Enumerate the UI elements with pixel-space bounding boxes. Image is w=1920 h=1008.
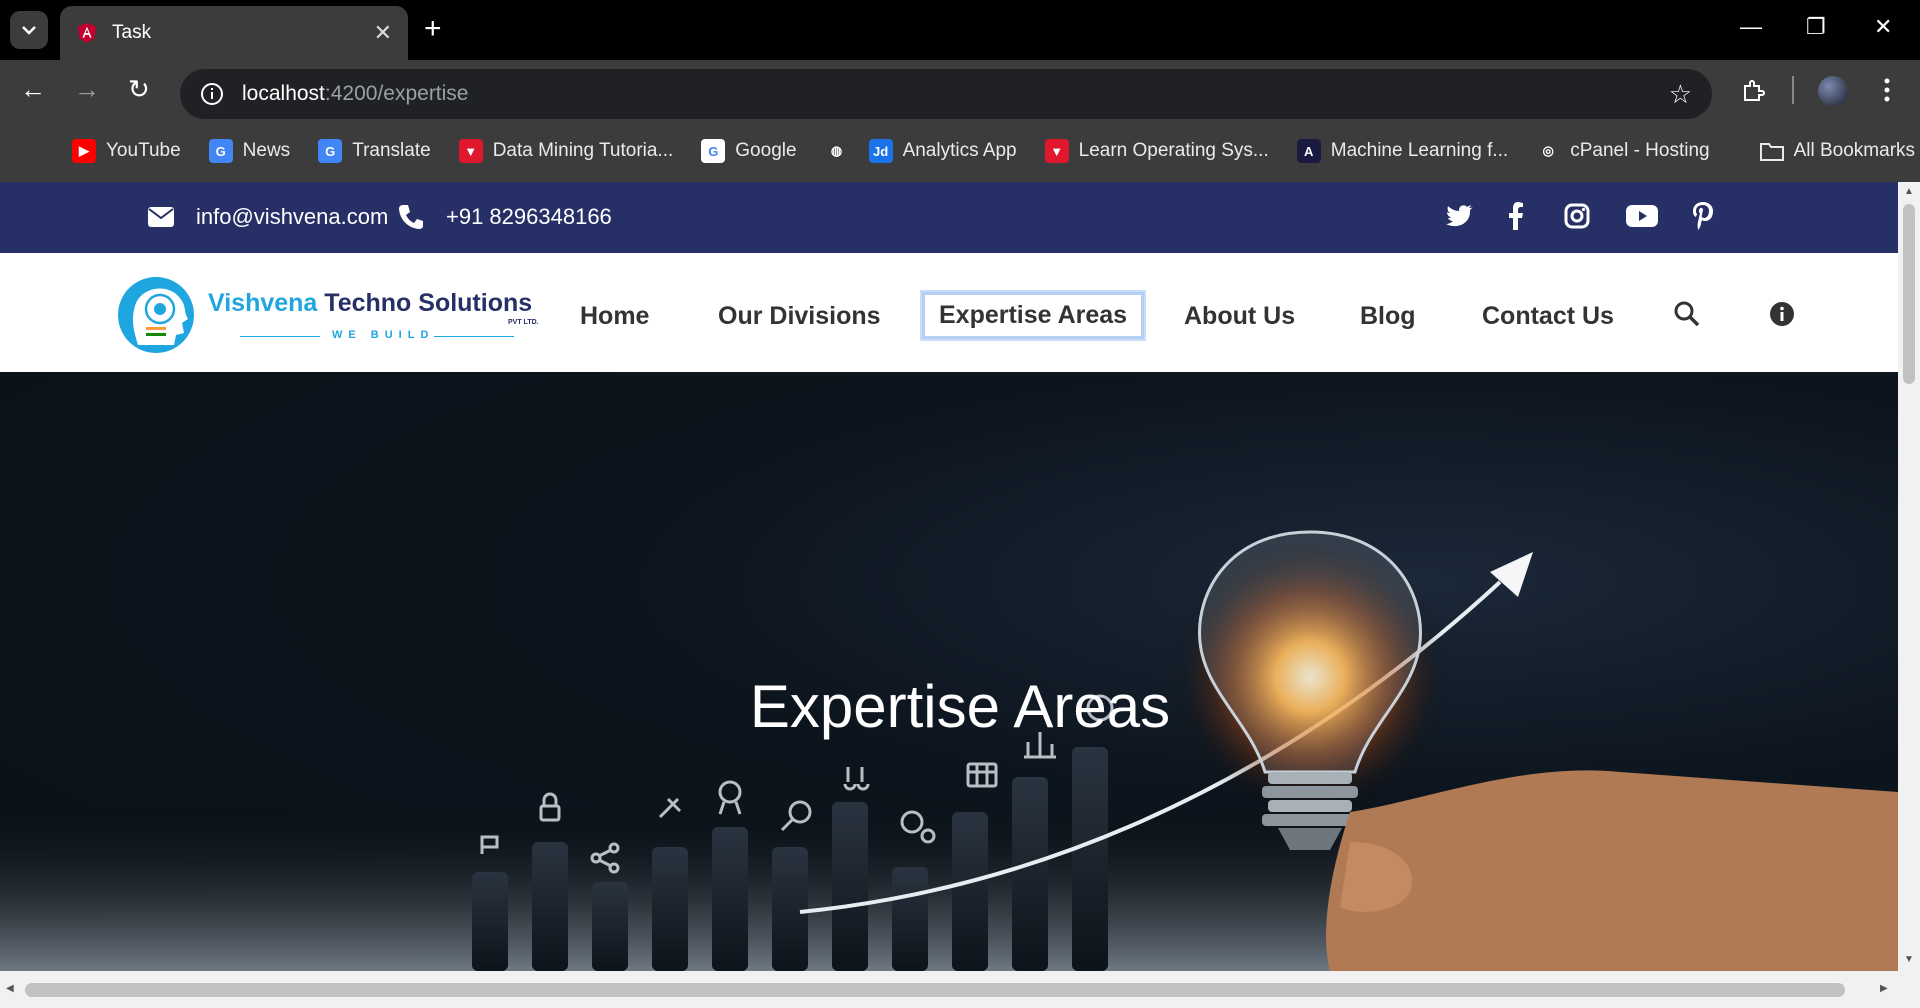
scroll-right-icon[interactable]: ▶ (1880, 983, 1888, 994)
facebook-icon[interactable] (1508, 202, 1524, 230)
nav-about-us[interactable]: About Us (1170, 296, 1309, 337)
cpanel-icon: ◎ (1536, 139, 1561, 163)
hero-title: Expertise Areas (749, 673, 1171, 741)
all-bookmarks-label: All Bookmarks (1793, 140, 1916, 161)
email-text: info@vishvena.com (196, 204, 389, 229)
bookmark-item[interactable]: ◎ cPanel - Hosting (1536, 139, 1710, 163)
phone-contact[interactable]: +91 8296348166 (398, 204, 612, 230)
bookmark-item[interactable]: Jd Analytics App (868, 139, 1017, 163)
bookmark-label: YouTube (106, 140, 181, 161)
tutorial-icon: ▼ (458, 139, 483, 163)
nav-blog[interactable]: Blog (1346, 296, 1430, 337)
bookmark-label: News (242, 140, 291, 161)
bookmark-item[interactable]: ◍ (824, 139, 849, 163)
email-contact[interactable]: info@vishvena.com (148, 204, 388, 230)
scroll-down-icon[interactable]: ▼ (1904, 954, 1914, 965)
browser-tab[interactable]: Task ✕ (60, 6, 408, 60)
youtube-icon: ▶ (72, 139, 96, 163)
bookmark-item[interactable]: A Machine Learning f... (1296, 139, 1509, 163)
bookmark-label: Machine Learning f... (1330, 140, 1509, 161)
toolbar-divider (1792, 76, 1794, 104)
address-bar[interactable]: localhost:4200/expertise ☆ (180, 69, 1712, 119)
contact-topbar: info@vishvena.com +91 8296348166 (0, 182, 1898, 253)
nav-our-divisions[interactable]: Our Divisions (704, 296, 895, 337)
web-page: info@vishvena.com +91 8296348166 Vishven… (0, 182, 1898, 971)
logo-suffix: PVT LTD. (508, 319, 539, 326)
ml-icon: A (1296, 139, 1321, 163)
close-tab-icon[interactable]: ✕ (374, 20, 392, 46)
folder-icon (1759, 143, 1784, 161)
bookmark-item[interactable]: ▼ Learn Operating Sys... (1044, 139, 1269, 163)
logo-brand-2: Techno Solutions (324, 289, 533, 317)
bookmark-label: Learn Operating Sys... (1078, 140, 1269, 161)
brain-logo-icon (118, 277, 194, 353)
bookmark-label: Analytics App (902, 140, 1017, 161)
minimize-button[interactable]: — (1740, 14, 1762, 40)
bookmark-item[interactable]: G News (208, 139, 291, 163)
bookmark-item[interactable]: ▶ YouTube (72, 139, 181, 163)
pinterest-icon[interactable] (1692, 202, 1714, 230)
new-tab-button[interactable]: + (424, 14, 442, 44)
profile-avatar[interactable] (1818, 76, 1848, 106)
back-button[interactable]: ← (20, 74, 46, 104)
vertical-scrollbar[interactable]: ▲ ▼ (1898, 182, 1920, 971)
all-bookmarks-button[interactable]: All Bookmarks (1759, 140, 1916, 162)
bookmark-item[interactable]: G Google (701, 139, 797, 163)
info-icon[interactable] (1770, 302, 1794, 326)
extensions-icon[interactable] (1740, 78, 1766, 104)
translate-icon: G (318, 139, 343, 163)
logo-tagline: WE BUILD (332, 329, 435, 341)
company-logo[interactable]: Vishvena Techno Solutions PVT LTD. WE BU… (116, 273, 556, 357)
restore-button[interactable]: ❐ (1806, 14, 1826, 40)
phone-icon (399, 205, 423, 229)
bookmark-label: Google (735, 140, 797, 161)
bookmarks-bar: ▶ YouTube G News G Translate ▼ Data Mining Tuto… (0, 120, 1920, 182)
nav-contact-us[interactable]: Contact Us (1468, 296, 1628, 337)
horizontal-scroll-thumb[interactable] (25, 983, 1845, 997)
bookmark-label: cPanel - Hosting (1570, 140, 1710, 161)
bookmark-item[interactable]: ▼ Data Mining Tutoria... (458, 139, 674, 163)
instagram-icon[interactable] (1564, 203, 1590, 229)
url-path: :4200/expertise (324, 82, 469, 105)
site-info-icon[interactable] (200, 82, 224, 106)
logo-wordmark: Vishvena Techno Solutions (208, 289, 532, 318)
bookmark-list: ▶ YouTube G News G Translate ▼ Data Mining Tuto… (72, 139, 1738, 163)
news-icon: G (208, 139, 233, 163)
bookmark-star-icon[interactable]: ☆ (1669, 79, 1692, 110)
tab-search-button[interactable] (10, 11, 48, 49)
tab-title: Task (112, 22, 152, 43)
nav-home[interactable]: Home (566, 296, 663, 337)
search-icon[interactable] (1674, 301, 1700, 327)
reload-button[interactable]: ↻ (128, 74, 150, 104)
tutorial-icon: ▼ (1044, 139, 1069, 163)
logo-rule-left (240, 336, 320, 337)
close-window-button[interactable]: ✕ (1874, 14, 1892, 40)
bookmark-label: Translate (352, 140, 431, 161)
globe-icon: ◍ (824, 139, 849, 163)
vertical-scroll-thumb[interactable] (1903, 204, 1915, 384)
bookmark-item[interactable]: G Translate (318, 139, 431, 163)
browser-toolbar: ← → ↻ localhost:4200/expertise ☆ (0, 60, 1920, 120)
google-icon: G (701, 139, 726, 163)
hero-banner: Expertise Areas (0, 372, 1898, 971)
analytics-icon: Jd (868, 139, 893, 163)
twitter-icon[interactable] (1446, 204, 1474, 228)
envelope-icon (148, 207, 174, 227)
scroll-left-icon[interactable]: ◀ (6, 983, 14, 994)
forward-button[interactable]: → (74, 74, 100, 104)
angular-icon (77, 22, 97, 44)
logo-rule-right (434, 336, 514, 337)
scroll-up-icon[interactable]: ▲ (1904, 186, 1914, 197)
nav-expertise-areas[interactable]: Expertise Areas (919, 290, 1147, 341)
horizontal-scrollbar[interactable]: ◀ ▶ (0, 971, 1920, 1008)
logo-brand: Vishvena (208, 289, 318, 317)
youtube-social-icon[interactable] (1626, 205, 1658, 227)
bookmark-label: Data Mining Tutoria... (492, 140, 674, 161)
url-host: localhost (242, 82, 325, 105)
menu-dots-icon[interactable] (1884, 78, 1890, 102)
site-header: Vishvena Techno Solutions PVT LTD. WE BU… (0, 253, 1898, 372)
phone-text: +91 8296348166 (446, 204, 612, 229)
tab-strip: Task ✕ + — ❐ ✕ (0, 0, 1920, 60)
chevron-down-icon (22, 26, 36, 35)
